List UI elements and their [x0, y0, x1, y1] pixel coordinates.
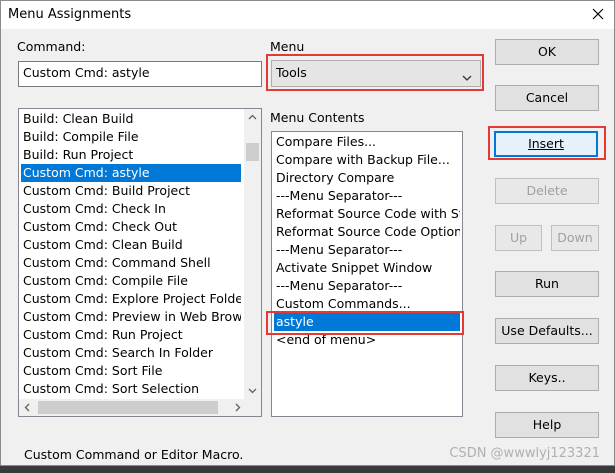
menu-contents-item[interactable]: ---Menu Separator---	[274, 241, 460, 259]
command-list-item[interactable]: Build: Clean Build	[21, 110, 241, 128]
menu-contents-item[interactable]: ---Menu Separator---	[274, 187, 460, 205]
command-list-item[interactable]: Custom Cmd: Run Project	[21, 326, 241, 344]
menu-select-value: Tools	[276, 65, 307, 80]
window-title: Menu Assignments	[8, 7, 132, 22]
command-list-item[interactable]: Custom Cmd: Check Out	[21, 218, 241, 236]
menu-select[interactable]: Tools	[271, 60, 481, 87]
command-label: Command:	[17, 39, 86, 54]
menu-contents-item[interactable]: Reformat Source Code with Standard Setti…	[274, 205, 460, 223]
menu-contents-list[interactable]: Compare Files... Compare with Backup File…	[271, 131, 463, 417]
use-defaults-button[interactable]: Use Defaults...	[495, 318, 599, 344]
menu-contents-item[interactable]: Compare with Backup File...	[274, 151, 460, 169]
command-list-item[interactable]: Custom Cmd: Command Shell	[21, 254, 241, 272]
command-list[interactable]: Build: Clean Build Build: Compile File Bui…	[18, 108, 262, 417]
status-text: Custom Command or Editor Macro.	[24, 447, 244, 462]
command-list-hscroll-thumb[interactable]	[38, 401, 218, 414]
command-list-item[interactable]: Custom Cmd: Clean Build	[21, 236, 241, 254]
command-list-item[interactable]: Custom Cmd: Compile File	[21, 272, 241, 290]
keys-button[interactable]: Keys..	[495, 365, 599, 391]
title-bar: Menu Assignments	[1, 1, 614, 29]
command-list-item[interactable]: Custom Cmd: Search In Folder	[21, 344, 241, 362]
watermark-text: CSDN @wwwlyj123321	[449, 446, 600, 461]
command-list-item[interactable]: Custom Cmd: Preview in Web Browser	[21, 308, 241, 326]
menu-contents-item[interactable]: Reformat Source Code Options...	[274, 223, 460, 241]
menu-label-text: Menu	[270, 39, 305, 54]
command-list-item[interactable]: Custom Cmd: Build Project	[21, 182, 241, 200]
scroll-corner	[244, 399, 261, 416]
cancel-button[interactable]: Cancel	[495, 85, 599, 111]
command-field[interactable]: Custom Cmd: astyle	[18, 61, 262, 87]
command-list-vscroll-thumb[interactable]	[246, 143, 259, 161]
chevron-down-icon	[462, 70, 472, 85]
command-list-item[interactable]: Build: Run Project	[21, 146, 241, 164]
menu-assignments-dialog: Menu Assignments Command: Custom Cmd: as…	[0, 0, 615, 466]
scroll-up-icon[interactable]	[244, 109, 261, 126]
scroll-down-icon[interactable]	[244, 382, 261, 399]
command-list-item[interactable]: Build: Compile File	[21, 128, 241, 146]
run-button[interactable]: Run	[495, 271, 599, 297]
menu-contents-items: Compare Files... Compare with Backup File…	[274, 133, 460, 349]
ok-button[interactable]: OK	[495, 39, 599, 65]
help-button[interactable]: Help	[495, 412, 599, 438]
menu-contents-item[interactable]: <end of menu>	[274, 331, 460, 349]
menu-contents-item[interactable]: Activate Snippet Window	[274, 259, 460, 277]
menu-label: Menu	[270, 39, 304, 54]
command-list-vscroll[interactable]	[244, 109, 261, 399]
menu-contents-item[interactable]: Custom Commands...	[274, 295, 460, 313]
command-list-item[interactable]: Custom Cmd: astyle	[21, 164, 241, 182]
menu-contents-item[interactable]: astyle	[274, 313, 460, 331]
command-list-item[interactable]: Custom Cmd: Check In	[21, 200, 241, 218]
down-button[interactable]: Down	[551, 225, 599, 251]
command-list-item[interactable]: Custom Cmd: Sort File	[21, 362, 241, 380]
close-icon[interactable]	[588, 4, 608, 24]
up-button[interactable]: Up	[495, 225, 542, 251]
command-list-items: Build: Clean Build Build: Compile File Bui…	[21, 110, 241, 416]
command-list-item[interactable]: Custom Cmd: Sort Selection	[21, 380, 241, 398]
insert-button[interactable]: Insert	[494, 131, 598, 157]
background-strip	[0, 466, 615, 473]
command-list-item[interactable]: Custom Cmd: Explore Project Folder	[21, 290, 241, 308]
menu-contents-label: Menu Contents	[270, 110, 365, 125]
insert-button-label: Insert	[528, 136, 564, 151]
command-list-hscroll[interactable]	[19, 399, 246, 416]
delete-button[interactable]: Delete	[495, 178, 599, 204]
menu-contents-item[interactable]: Directory Compare	[274, 169, 460, 187]
menu-contents-item[interactable]: Compare Files...	[274, 133, 460, 151]
scroll-left-icon[interactable]	[19, 399, 36, 416]
menu-contents-item[interactable]: ---Menu Separator---	[274, 277, 460, 295]
